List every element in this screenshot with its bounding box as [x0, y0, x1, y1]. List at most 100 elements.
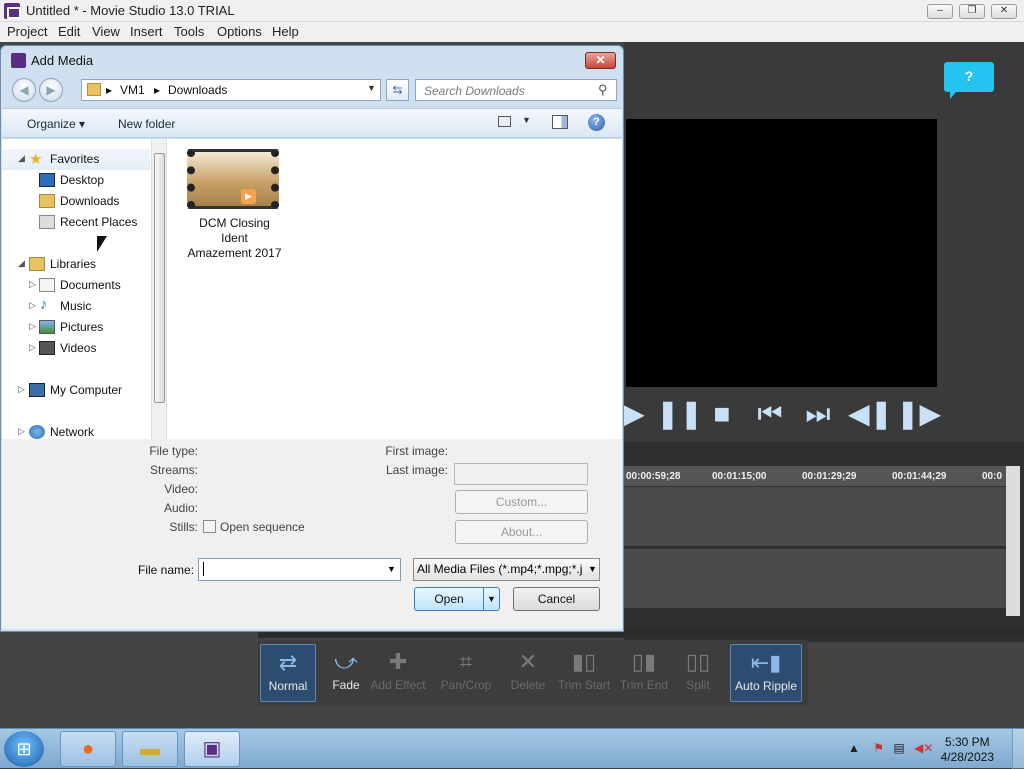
- timeline-ruler[interactable]: 00:00:59;28 00:01:15;00 00:01:29;29 00:0…: [624, 466, 1006, 486]
- chevron-down-icon: ▼: [588, 564, 597, 574]
- file-name-input[interactable]: ▼: [198, 558, 401, 581]
- trim-start-button[interactable]: ▮▯ Trim Start: [556, 644, 612, 702]
- downloads-folder-icon: [39, 194, 55, 208]
- restore-button[interactable]: ❐: [959, 4, 985, 19]
- start-button[interactable]: ⊞: [4, 731, 44, 767]
- back-icon[interactable]: ◀: [12, 78, 36, 102]
- menu-project[interactable]: Project: [7, 24, 47, 39]
- normal-tool-button[interactable]: ⇄ Normal: [260, 644, 316, 702]
- file-name-label: DCM Closing Ident Amazement 2017: [187, 216, 282, 260]
- scroll-thumb[interactable]: [154, 153, 165, 403]
- nav-item-pictures[interactable]: ▷ Pictures: [2, 317, 150, 338]
- nav-item-favorites[interactable]: ◢ ★ Favorites: [2, 149, 150, 170]
- menu-help[interactable]: Help: [272, 24, 299, 39]
- movie-studio-icon: [4, 3, 21, 19]
- trim-end-button[interactable]: ▯▮ Trim End: [616, 644, 672, 702]
- nav-item-libraries[interactable]: ◢ Libraries: [2, 254, 150, 275]
- close-button[interactable]: ✕: [991, 4, 1017, 19]
- nav-item-videos[interactable]: ▷ Videos: [2, 338, 150, 359]
- expand-triangle-icon[interactable]: ◢: [18, 153, 25, 164]
- breadcrumb-vm1[interactable]: VM1: [120, 83, 145, 97]
- add-effect-button[interactable]: ✚ Add Effect: [370, 644, 426, 702]
- menu-insert[interactable]: Insert: [130, 24, 163, 39]
- split-icon: ▯▯: [685, 649, 711, 674]
- rewind-icon[interactable]: ◀❚: [848, 396, 893, 432]
- chevron-down-icon[interactable]: ▼: [387, 564, 396, 574]
- volume-muted-icon[interactable]: ◀✕: [914, 741, 933, 755]
- nav-scrollbar[interactable]: [151, 139, 166, 439]
- help-bubble-button[interactable]: ?: [944, 62, 994, 99]
- streams-label: Streams:: [149, 463, 198, 477]
- collapse-triangle-icon[interactable]: ▷: [29, 342, 36, 353]
- network-status-icon[interactable]: ▤: [893, 741, 904, 755]
- new-folder-button[interactable]: New folder: [118, 117, 175, 131]
- refresh-icon[interactable]: ⇆: [386, 79, 409, 101]
- collapse-triangle-icon[interactable]: ▷: [18, 426, 25, 437]
- forward-icon[interactable]: ▶: [39, 78, 63, 102]
- nav-item-my-computer[interactable]: ▷ My Computer: [2, 380, 150, 401]
- open-button[interactable]: Open ▼: [414, 587, 500, 611]
- pictures-icon: [39, 320, 55, 334]
- organize-button[interactable]: Organize ▾: [27, 117, 85, 131]
- pause-icon[interactable]: ❚❚: [656, 396, 703, 432]
- search-icon[interactable]: ⚲: [598, 82, 608, 98]
- trim-start-icon: ▮▯: [571, 649, 597, 674]
- stop-icon[interactable]: ■: [704, 396, 740, 432]
- next-frame-icon[interactable]: ⏭: [800, 396, 836, 432]
- delete-button[interactable]: ✕ Delete: [500, 644, 556, 702]
- show-desktop-button[interactable]: [1012, 729, 1024, 769]
- search-placeholder: Search Downloads: [424, 84, 525, 98]
- clock-date: 4/28/2023: [940, 750, 994, 764]
- help-icon[interactable]: ?: [588, 114, 605, 131]
- nav-item-downloads[interactable]: Downloads: [2, 191, 150, 212]
- timeline-track-audio[interactable]: [624, 548, 1006, 608]
- movie-studio-taskbar-button[interactable]: ▣: [184, 731, 240, 767]
- collapse-triangle-icon[interactable]: ▷: [29, 279, 36, 290]
- cancel-button[interactable]: Cancel: [513, 587, 600, 611]
- open-sequence-checkbox[interactable]: [203, 520, 216, 533]
- explorer-taskbar-button[interactable]: ▬: [122, 731, 178, 767]
- action-center-icon[interactable]: ⚑: [873, 741, 884, 755]
- collapse-triangle-icon[interactable]: ▷: [29, 300, 36, 311]
- nav-item-documents[interactable]: ▷ Documents: [2, 275, 150, 296]
- fast-forward-icon[interactable]: ❚▶: [896, 396, 941, 432]
- video-label: Video:: [164, 482, 198, 496]
- custom-button[interactable]: Custom...: [455, 490, 588, 514]
- last-image-field[interactable]: [454, 463, 588, 485]
- change-view-icon[interactable]: [498, 116, 511, 127]
- chevron-down-icon[interactable]: ▼: [487, 588, 496, 610]
- dialog-close-button[interactable]: ✕: [585, 52, 616, 69]
- address-bar[interactable]: ▸ VM1 ▸ Downloads ▼: [81, 79, 381, 101]
- chevron-down-icon[interactable]: ▼: [522, 115, 531, 125]
- collapse-triangle-icon[interactable]: ▷: [29, 321, 36, 332]
- nav-item-desktop[interactable]: Desktop: [2, 170, 150, 191]
- menu-options[interactable]: Options: [217, 24, 262, 39]
- timeline-track-video[interactable]: [624, 486, 1006, 546]
- about-button[interactable]: About...: [455, 520, 588, 544]
- search-input[interactable]: Search Downloads ⚲: [415, 79, 617, 101]
- menu-view[interactable]: View: [92, 24, 120, 39]
- dialog-title: Add Media: [31, 53, 94, 68]
- menu-edit[interactable]: Edit: [58, 24, 80, 39]
- expand-triangle-icon[interactable]: ◢: [18, 258, 25, 269]
- firefox-taskbar-button[interactable]: ●: [60, 731, 116, 767]
- breadcrumb-downloads[interactable]: Downloads: [168, 83, 227, 97]
- collapse-triangle-icon[interactable]: ▷: [18, 384, 25, 395]
- menu-tools[interactable]: Tools: [174, 24, 204, 39]
- fade-tool-button[interactable]: ⤻ Fade: [318, 644, 374, 702]
- prev-frame-icon[interactable]: ⏮: [752, 396, 788, 432]
- nav-item-recent-places[interactable]: Recent Places: [2, 212, 150, 233]
- preview-pane-icon[interactable]: [552, 115, 568, 129]
- timeline-vertical-scrollbar[interactable]: [1006, 466, 1020, 616]
- show-hidden-icons-icon[interactable]: ▲: [848, 741, 860, 755]
- minimize-button[interactable]: –: [927, 4, 953, 19]
- system-clock[interactable]: 5:30 PM 4/28/2023: [941, 735, 994, 765]
- chevron-down-icon[interactable]: ▼: [367, 83, 376, 93]
- auto-ripple-button[interactable]: ⇤▮ Auto Ripple: [730, 644, 802, 702]
- file-type-select[interactable]: All Media Files (*.mp4;*.mpg;*.j ▼: [413, 558, 600, 581]
- normal-edit-icon: ⇄: [278, 650, 298, 675]
- file-item-dcm-closing-ident[interactable]: ▶ DCM Closing Ident Amazement 2017: [167, 139, 302, 269]
- split-button[interactable]: ▯▯ Split: [670, 644, 726, 702]
- nav-item-music[interactable]: ▷ ♪ Music: [2, 296, 150, 317]
- pan-crop-button[interactable]: ⌗ Pan/Crop: [438, 644, 494, 702]
